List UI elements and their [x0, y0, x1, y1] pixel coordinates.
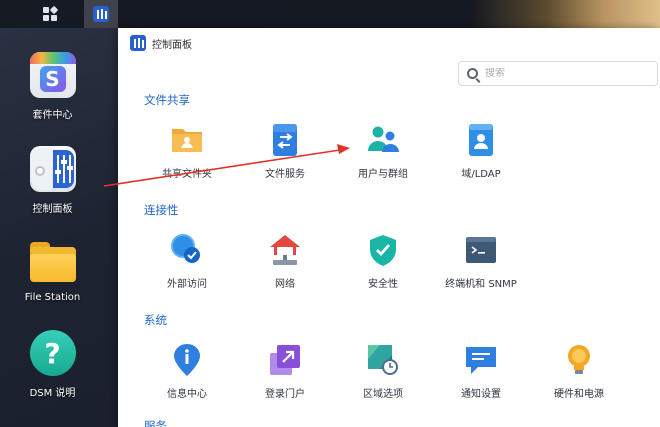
- desktop-icon-file-station[interactable]: File Station: [0, 238, 105, 303]
- desktop-icon-package-center[interactable]: S 套件中心: [0, 52, 105, 121]
- section-title-file-sharing: 文件共享: [144, 93, 190, 107]
- item-file-services[interactable]: 文件服务: [230, 123, 340, 180]
- window-title-bar: 控制面板: [130, 32, 192, 54]
- item-info-center[interactable]: 信息中心: [132, 343, 242, 400]
- control-panel-title-icon: [130, 35, 146, 51]
- item-network[interactable]: 网络: [230, 233, 340, 290]
- desktop-icon-control-panel[interactable]: 控制面板: [0, 146, 105, 215]
- taskbar-control-panel-button[interactable]: [84, 0, 118, 28]
- control-panel-small-icon: [93, 6, 109, 22]
- package-center-icon: S: [29, 52, 76, 98]
- item-user-group[interactable]: 用户与群组: [328, 123, 438, 180]
- search-icon: [467, 68, 478, 79]
- item-shared-folder[interactable]: 共享文件夹: [132, 123, 242, 180]
- wallpaper-strip: [470, 0, 660, 28]
- item-label: 外部访问: [167, 279, 207, 290]
- item-label: 域/LDAP: [461, 169, 501, 180]
- item-domain-ldap[interactable]: 域/LDAP: [426, 123, 536, 180]
- item-hardware-power[interactable]: 硬件和电源: [524, 343, 634, 400]
- desktop-icon-label: File Station: [24, 292, 81, 303]
- item-label: 信息中心: [167, 389, 207, 400]
- domain-ldap-icon: [469, 124, 493, 156]
- desktop-icon-label: 套件中心: [32, 110, 73, 121]
- info-center-icon: [174, 344, 200, 376]
- file-services-icon: [273, 124, 297, 156]
- user-group-icon: [368, 126, 399, 152]
- notification-icon: [466, 347, 496, 374]
- main-menu-button[interactable]: [33, 0, 67, 28]
- folder-icon: [29, 238, 76, 284]
- control-panel-window: 控制面板 文件共享 共享文件夹 文件服务 用户与群组: [118, 28, 660, 427]
- item-label: 终端机和 SNMP: [445, 279, 517, 290]
- external-access-icon: [171, 234, 200, 263]
- item-security[interactable]: 安全性: [328, 233, 438, 290]
- taskbar: [0, 0, 660, 28]
- item-regional-options[interactable]: 区域选项: [328, 343, 438, 400]
- section-title-services: 服务: [144, 419, 167, 427]
- item-login-portal[interactable]: 登录门户: [230, 343, 340, 400]
- desktop-icon-label: 控制面板: [32, 204, 73, 215]
- search-box[interactable]: [458, 61, 658, 86]
- login-portal-icon: [270, 345, 300, 375]
- shared-folder-icon: [172, 129, 202, 152]
- item-label: 网络: [275, 279, 295, 290]
- item-label: 文件服务: [265, 169, 305, 180]
- desktop-icon-dsm-help[interactable]: ? DSM 说明: [0, 330, 105, 399]
- item-external-access[interactable]: 外部访问: [132, 233, 242, 290]
- item-label: 通知设置: [461, 389, 501, 400]
- item-label: 区域选项: [363, 389, 403, 400]
- item-notification[interactable]: 通知设置: [426, 343, 536, 400]
- window-title: 控制面板: [152, 39, 192, 51]
- section-title-connectivity: 连接性: [144, 203, 179, 217]
- item-terminal-snmp[interactable]: 终端机和 SNMP: [426, 233, 536, 290]
- control-panel-icon: [29, 146, 76, 192]
- help-icon: ?: [29, 330, 76, 376]
- section-title-system: 系统: [144, 313, 167, 327]
- terminal-icon: [466, 237, 496, 263]
- main-menu-icon: [43, 5, 59, 21]
- item-label: 用户与群组: [358, 169, 408, 180]
- item-label: 硬件和电源: [554, 389, 604, 400]
- item-label: 登录门户: [265, 389, 305, 400]
- lightbulb-icon: [568, 345, 590, 374]
- network-icon: [270, 235, 300, 265]
- search-input[interactable]: [485, 68, 635, 79]
- shield-icon: [370, 235, 396, 266]
- item-label: 共享文件夹: [162, 169, 212, 180]
- item-label: 安全性: [368, 279, 398, 290]
- regional-options-icon: [368, 345, 398, 375]
- desktop-icon-label: DSM 说明: [29, 388, 76, 399]
